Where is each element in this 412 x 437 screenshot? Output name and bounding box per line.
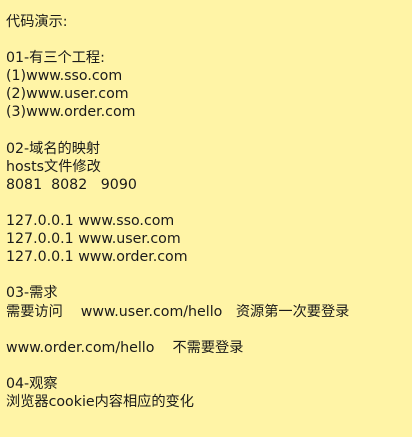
note-title: 代码演示: bbox=[6, 14, 68, 30]
host-mapping: 127.0.0.1 www.order.com bbox=[6, 249, 188, 266]
host-mapping: 127.0.0.1 www.sso.com bbox=[6, 213, 175, 230]
project-item: (3)www.order.com bbox=[6, 104, 136, 121]
note-page: { "note": { "title": "代码演示:", "section1"… bbox=[0, 0, 412, 437]
section-heading-requirement: 03-需求 bbox=[6, 285, 58, 302]
note-content: 代码演示: 01-有三个工程: (1)www.sso.com (2)www.us… bbox=[6, 13, 408, 411]
section-heading-mapping: 02-域名的映射 bbox=[6, 140, 101, 157]
ports-line: 8081 8082 9090 bbox=[6, 176, 137, 193]
requirement-line: 需要访问 www.user.com/hello 资源第一次要登录 bbox=[6, 303, 350, 320]
section-heading-projects: 01-有三个工程: bbox=[6, 50, 105, 67]
observe-line: 浏览器cookie内容相应的变化 bbox=[6, 393, 194, 410]
requirement-line: www.order.com/hello 不需要登录 bbox=[6, 339, 244, 356]
hosts-label: hosts文件修改 bbox=[6, 158, 101, 175]
project-item: (2)www.user.com bbox=[6, 86, 129, 103]
section-heading-observe: 04-观察 bbox=[6, 375, 58, 392]
project-item: (1)www.sso.com bbox=[6, 68, 123, 85]
host-mapping: 127.0.0.1 www.user.com bbox=[6, 231, 181, 248]
